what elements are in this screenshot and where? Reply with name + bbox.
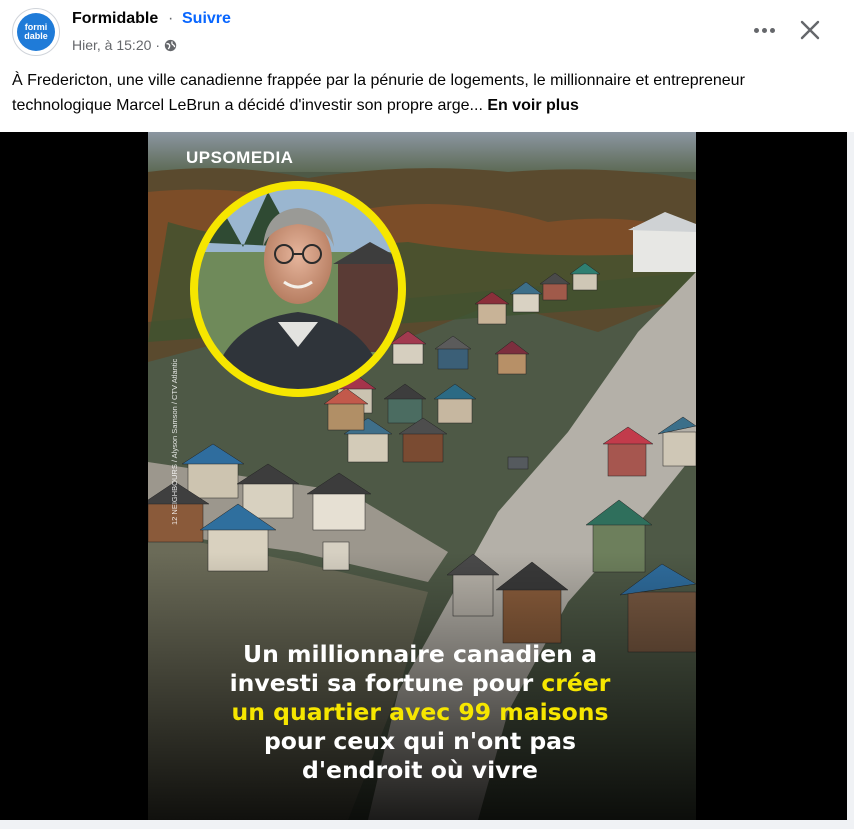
meta-separator: · — [155, 37, 161, 53]
headline-line-5: d'endroit où vivre — [302, 756, 538, 784]
post-timestamp[interactable]: Hier, à 15:20 — [72, 37, 151, 53]
photo-credit-text: 12 NEIGHBOURS / Alyson Samson / CTV Atla… — [170, 358, 179, 525]
photo-credit: 12 NEIGHBOURS / Alyson Samson / CTV Atla… — [156, 340, 179, 530]
headline-line-1: Un millionnaire canadien a — [243, 640, 597, 668]
post-caption: À Fredericton, une ville canadienne frap… — [12, 68, 842, 118]
header-separator: · — [168, 10, 174, 27]
post-meta: Hier, à 15:20 · — [72, 37, 177, 53]
headline-highlight-2: un quartier avec 99 maisons — [231, 698, 609, 726]
upsomedia-watermark: UPSOMEDIA — [186, 148, 294, 167]
headline-line-4: pour ceux qui n'ont pas — [263, 727, 577, 755]
headline-line-2: investi sa fortune pour créer — [170, 669, 670, 698]
follow-button[interactable]: Suivre — [182, 10, 231, 28]
headline-line-2-white: investi sa fortune pour — [229, 669, 542, 697]
logo-text-line2: dable — [24, 31, 48, 41]
more-options-icon[interactable] — [748, 14, 780, 46]
close-icon[interactable] — [794, 14, 826, 46]
caption-text: À Fredericton, une ville canadienne frap… — [12, 72, 745, 114]
page-avatar[interactable]: formi dable — [12, 8, 60, 56]
page-name-link[interactable]: Formidable — [72, 10, 158, 28]
formidable-logo: formi dable — [17, 13, 55, 51]
feed-background — [0, 820, 847, 829]
see-more-link[interactable]: En voir plus — [487, 97, 579, 114]
image-headline: Un millionnaire canadien a investi sa fo… — [170, 640, 670, 785]
post-header: formi dable Formidable · Suivre Hier, à … — [0, 0, 854, 64]
facebook-post: formi dable Formidable · Suivre Hier, à … — [0, 0, 854, 829]
scrollbar-track[interactable] — [847, 132, 854, 829]
globe-icon[interactable] — [164, 39, 177, 52]
headline-highlight-1: créer — [541, 669, 611, 697]
